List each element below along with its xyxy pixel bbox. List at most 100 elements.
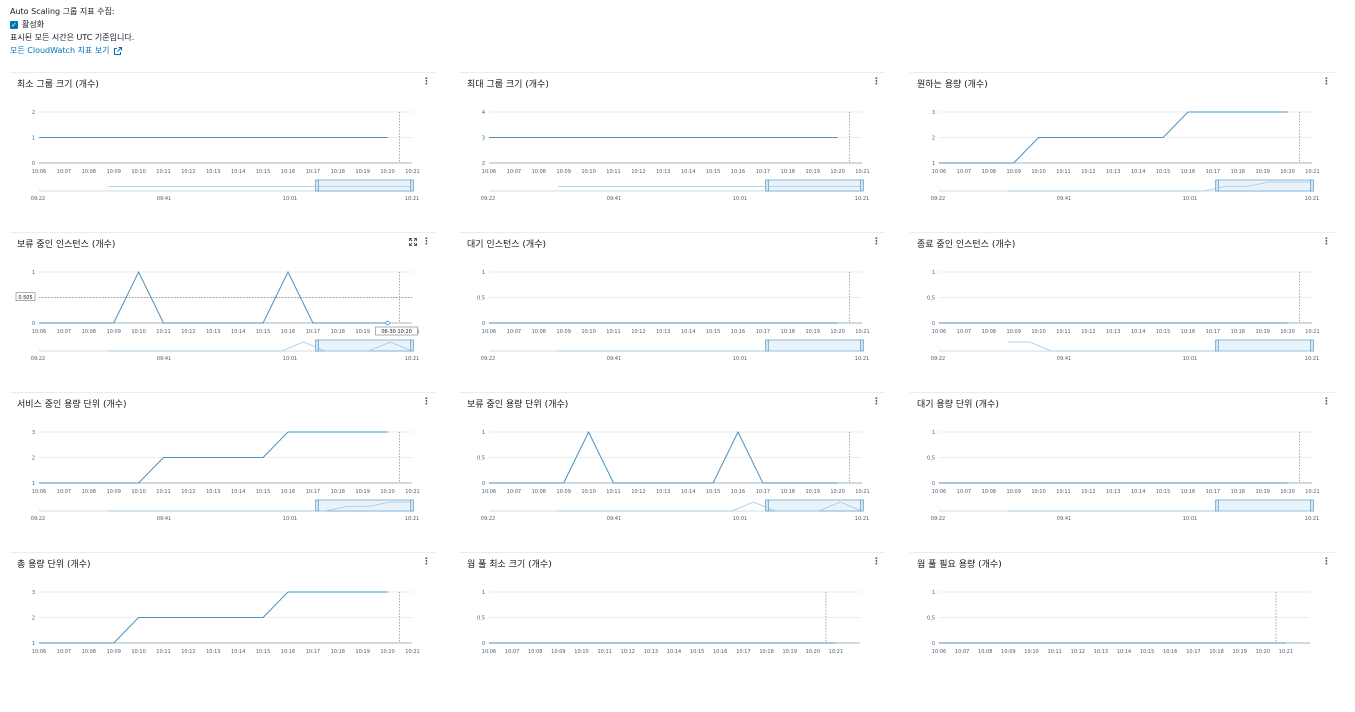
enable-checkbox[interactable]: ✓ [10, 20, 18, 29]
x-tick-label: 10:13 [644, 649, 658, 655]
x-tick-label: 10:17 [736, 649, 750, 655]
panel-menu-icon[interactable]: ⋮ [872, 557, 881, 567]
x-tick-label: 10:16 [281, 649, 295, 655]
x-tick-label: 10:14 [231, 489, 245, 495]
x-tick-label: 10:07 [507, 169, 521, 175]
x-tick-label: 10:07 [57, 649, 71, 655]
x-tick-label: 10:13 [206, 169, 220, 175]
x-tick-label: 10:07 [57, 489, 71, 495]
x-tick-label: 10:13 [1106, 169, 1120, 175]
y-tick-label: 1 [932, 430, 935, 436]
x-tick-label: 10:10 [1031, 489, 1045, 495]
metric-panel: 최소 그룹 크기 (개수) ⋮ 0 1 2 10:06 10:07 10:08 10:09 10:… [10, 72, 435, 232]
x-tick-label: 10:13 [1106, 489, 1120, 495]
x-tick-label: 10:06 [932, 329, 946, 335]
x-tick-label: 10:21 [855, 489, 869, 495]
panel-menu-icon[interactable]: ⋮ [1322, 397, 1331, 407]
navigator-tick-label: 09:22 [481, 196, 495, 202]
x-tick-label: 10:16 [1163, 649, 1177, 655]
metric-chart: 00.5110:0610:0710:0810:0910:1010:1110:12… [15, 270, 420, 362]
x-tick-label: 10:18 [1209, 649, 1223, 655]
x-tick-label: 10:16 [1181, 169, 1195, 175]
y-tick-label: 1 [32, 481, 35, 487]
panel-menu-icon[interactable]: ⋮ [1322, 77, 1331, 87]
navigator-tick-label: 10:21 [405, 196, 419, 202]
x-tick-label: 10:16 [713, 649, 727, 655]
metric-chart: 1 2 3 10:06 10:07 10:08 10:09 10:10 10:11 10:12 10… [31, 430, 420, 522]
hover-value-label: 0.505 [18, 295, 32, 301]
panel-title: 보류 중인 인스턴스 (개수) [17, 240, 116, 250]
x-tick-label: 10:18 [1231, 169, 1245, 175]
x-tick-label: 10:13 [206, 329, 220, 335]
y-tick-label: 3 [32, 430, 35, 436]
navigator-tick-label: 09:22 [481, 516, 495, 522]
panel-menu-icon[interactable]: ⋮ [872, 237, 881, 247]
panel-header: 종료 중인 인스턴스 (개수) ⋮ [910, 232, 1335, 253]
x-tick-label: 10:10 [131, 169, 145, 175]
panel-menu-icon[interactable]: ⋮ [872, 397, 881, 407]
utc-note: 표시된 모든 시간은 UTC 기준입니다. [10, 32, 135, 42]
x-tick-label: 10:12 [1081, 169, 1095, 175]
y-tick-label: 3 [932, 110, 935, 116]
x-tick-label: 10:11 [156, 649, 170, 655]
metric-panel: 종료 중인 인스턴스 (개수) ⋮ 0 0.5 1 10:06 10:07 10:08 10:0… [910, 232, 1335, 392]
panel-menu-icon[interactable]: ⋮ [422, 237, 431, 247]
x-tick-label: 10:08 [982, 169, 996, 175]
panel-menu-icon[interactable]: ⋮ [422, 557, 431, 567]
panel-menu-icon[interactable]: ⋮ [1322, 557, 1331, 567]
navigator-tick-label: 09:22 [481, 356, 495, 362]
expand-icon[interactable] [409, 238, 417, 246]
metric-panel: 서비스 중인 용량 단위 (개수) ⋮ 1 2 3 10:06 10:07 10:08 10:0… [10, 392, 435, 552]
x-tick-label: 10:13 [656, 169, 670, 175]
x-tick-label: 10:21 [1279, 649, 1293, 655]
navigator-handle-right [1310, 499, 1314, 512]
x-tick-label: 10:09 [556, 169, 570, 175]
panel-title: 최대 그룹 크기 (개수) [467, 80, 549, 90]
panel-menu-icon[interactable]: ⋮ [422, 397, 431, 407]
x-tick-label: 10:16 [1181, 489, 1195, 495]
y-tick-label: 1 [32, 136, 35, 142]
cloudwatch-link[interactable]: 모든 CloudWatch 지표 보기 [10, 45, 110, 57]
x-tick-label: 10:19 [355, 649, 369, 655]
x-tick-label: 10:15 [1156, 489, 1170, 495]
x-tick-label: 10:16 [281, 169, 295, 175]
navigator-tick-label: 10:21 [855, 356, 869, 362]
metrics-collection-header: Auto Scaling 그룹 지표 수집: ✓ 활성화 표시된 모든 시간은 … [10, 5, 134, 57]
y-tick-label: 0.5 [477, 616, 485, 622]
external-link-icon[interactable] [113, 46, 122, 55]
x-tick-label: 10:11 [1056, 169, 1070, 175]
y-tick-label: 0 [482, 321, 485, 327]
panel-menu-icon[interactable]: ⋮ [1322, 237, 1331, 247]
navigator-tick-label: 09:22 [931, 356, 945, 362]
x-tick-label: 10:11 [606, 489, 620, 495]
x-tick-label: 10:08 [82, 649, 96, 655]
y-tick-label: 0.5 [477, 456, 485, 462]
x-tick-label: 10:16 [731, 329, 745, 335]
x-tick-label: 10:13 [1094, 649, 1108, 655]
metric-panel: 보류 중인 인스턴스 (개수) ⋮ 00.5110:0610:0710:0810:0… [10, 232, 435, 392]
x-tick-label: 10:18 [331, 169, 345, 175]
x-tick-label: 10:19 [355, 169, 369, 175]
panel-header: 보류 중인 용량 단위 (개수) ⋮ [460, 392, 885, 413]
navigator-tick-label: 10:01 [1183, 516, 1197, 522]
navigator-window [316, 179, 413, 192]
x-tick-label: 10:20 [830, 489, 844, 495]
panel-menu-icon[interactable]: ⋮ [872, 77, 881, 87]
y-tick-label: 2 [482, 161, 485, 167]
x-tick-label: 10:10 [581, 329, 595, 335]
x-tick-label: 10:09 [556, 489, 570, 495]
x-tick-label: 10:14 [231, 649, 245, 655]
metric-panel: 웜 풀 필요 용량 (개수) ⋮ 0 0.5 1 10:06 10:07 10:08 10:09… [910, 552, 1335, 712]
panel-title: 종료 중인 인스턴스 (개수) [917, 240, 1016, 250]
x-tick-label: 10:21 [405, 649, 419, 655]
x-tick-label: 10:10 [581, 169, 595, 175]
navigator-handle-right [1310, 179, 1314, 192]
x-tick-label: 10:09 [1006, 169, 1020, 175]
navigator-tick-label: 10:01 [1183, 196, 1197, 202]
panel-menu-icon[interactable]: ⋮ [422, 77, 431, 87]
x-tick-label: 10:17 [1206, 489, 1220, 495]
x-tick-label: 10:20 [1256, 649, 1270, 655]
x-tick-label: 10:15 [256, 169, 270, 175]
navigator-tick-label: 10:21 [1305, 356, 1319, 362]
y-tick-label: 0 [932, 641, 935, 647]
